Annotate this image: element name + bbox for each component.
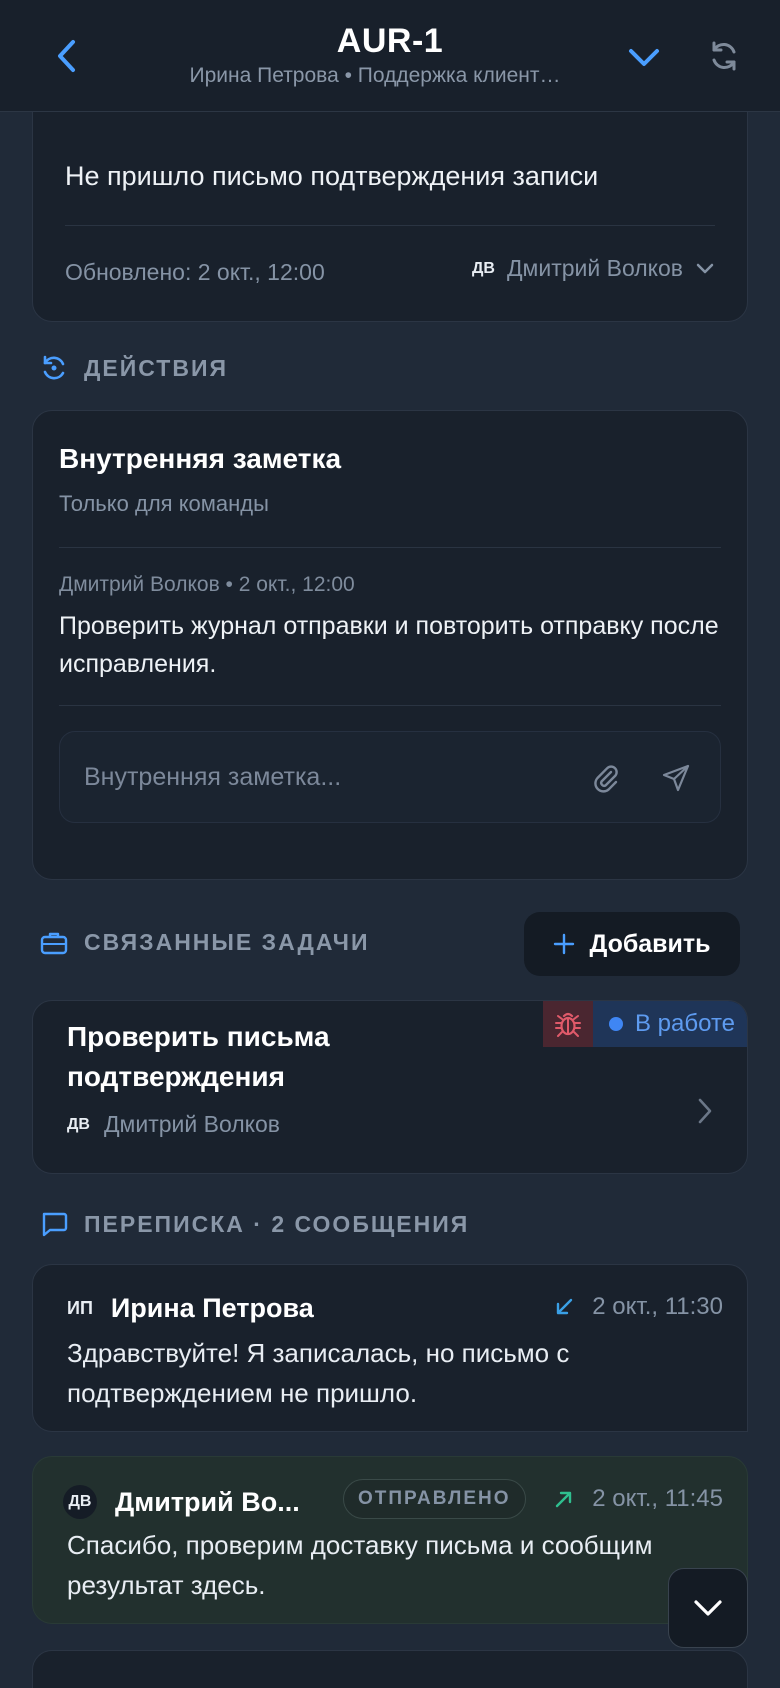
note-meta: Дмитрий Волков • 2 окт., 12:00 (59, 573, 355, 596)
chevron-down-icon (629, 49, 659, 66)
expand-details-button[interactable] (622, 36, 666, 80)
message-text: Здравствуйте! Я записалась, но письмо с … (67, 1338, 570, 1408)
note-composer (59, 731, 721, 823)
section-title: ДЕЙСТВИЯ (84, 354, 229, 381)
chevron-down-icon (696, 263, 714, 273)
ticket-updated: Обновлено: 2 окт., 12:00 (65, 259, 325, 285)
message-outgoing: ДВ Дмитрий Во... ОТПРАВЛЕНО 2 окт., 11:4… (32, 1456, 748, 1624)
divider (65, 225, 715, 226)
send-note-button[interactable] (658, 760, 694, 796)
scroll-to-bottom-button[interactable] (668, 1568, 748, 1648)
message-header: ИП Ирина Петрова (67, 1293, 314, 1324)
status-label: В работе (635, 1010, 736, 1037)
assignee-initials: ДВ (472, 259, 495, 277)
actions-section-header: ДЕЙСТВИЯ (40, 354, 228, 382)
bug-icon (555, 1012, 581, 1037)
add-button-label: Добавить (589, 929, 711, 958)
message-text: Спасибо, проверим доставку письма и сооб… (67, 1530, 653, 1600)
message-time: 2 окт., 11:30 (592, 1293, 723, 1320)
page-subtitle: Ирина Петрова • Поддержка клиент… (189, 64, 561, 87)
refresh-icon (712, 41, 736, 71)
task-assignee-initials: ДВ (67, 1115, 90, 1133)
note-subtitle: Только для команды (59, 491, 269, 516)
internal-note-card: Внутренняя заметка Только для команды Дм… (32, 410, 748, 880)
task-assignee: ДВ Дмитрий Волков (67, 1111, 280, 1138)
ticket-summary-card: Не пришло письмо подтверждения записи Об… (32, 90, 748, 322)
assignee-name: Дмитрий Волков (506, 255, 683, 281)
status-badge: В работе (593, 1001, 747, 1047)
message-incoming: ИП Ирина Петрова 2 окт., 11:30 Здравству… (32, 1264, 748, 1432)
task-assignee-name: Дмитрий Волков (103, 1111, 280, 1137)
linked-tasks-section-header: СВЯЗАННЫЕ ЗАДАЧИ (40, 929, 369, 956)
reply-composer[interactable] (32, 1650, 748, 1688)
note-input[interactable] (84, 732, 564, 822)
add-linked-task-button[interactable]: Добавить (524, 912, 740, 976)
chevron-down-icon (694, 1600, 722, 1616)
briefcase-icon (40, 932, 68, 954)
sent-status-badge: ОТПРАВЛЕНО (343, 1479, 526, 1519)
refresh-button[interactable] (702, 34, 746, 78)
chat-bubble-icon (42, 1212, 68, 1237)
message-author-initials: ИП (67, 1298, 93, 1318)
message-header: ДВ Дмитрий Во... (63, 1485, 300, 1519)
task-title: Проверить письма подтверждения (67, 1021, 330, 1092)
ticket-description: Не пришло письмо подтверждения записи (65, 161, 599, 191)
assignee-selector[interactable]: ДВ Дмитрий Волков (472, 255, 715, 282)
task-type-badge (543, 1001, 593, 1047)
message-author: Дмитрий Во... (115, 1486, 300, 1517)
section-title: СВЯЗАННЫЕ ЗАДАЧИ (84, 929, 370, 955)
plus-icon (554, 933, 575, 955)
section-title: ПЕРЕПИСКА · 2 СООБЩЕНИЯ (84, 1210, 470, 1237)
note-text: Проверить журнал отправки и повторить от… (59, 612, 719, 678)
conversation-section-header: ПЕРЕПИСКА · 2 СООБЩЕНИЯ (40, 1210, 469, 1238)
divider (59, 705, 721, 706)
refresh-icon (43, 355, 65, 380)
arrow-up-right-icon (556, 1491, 572, 1508)
linked-task-item[interactable]: Проверить письма подтверждения ДВ Дмитри… (32, 1000, 748, 1174)
divider (59, 547, 721, 548)
top-app-bar: AUR-1 Ирина Петрова • Поддержка клиент… (0, 0, 780, 112)
message-author: Ирина Петрова (110, 1293, 314, 1323)
chevron-right-icon (697, 1097, 713, 1130)
attach-button[interactable] (588, 760, 624, 796)
message-time: 2 окт., 11:45 (592, 1485, 723, 1512)
paperclip-icon (594, 765, 618, 793)
message-time-group: 2 окт., 11:45 (554, 1485, 723, 1513)
status-dot (609, 1017, 623, 1031)
arrow-down-left-icon (557, 1298, 573, 1315)
message-time-group: 2 окт., 11:30 (554, 1293, 723, 1321)
send-icon (662, 764, 690, 792)
note-title: Внутренняя заметка (59, 443, 342, 474)
message-author-initials: ДВ (63, 1485, 97, 1519)
